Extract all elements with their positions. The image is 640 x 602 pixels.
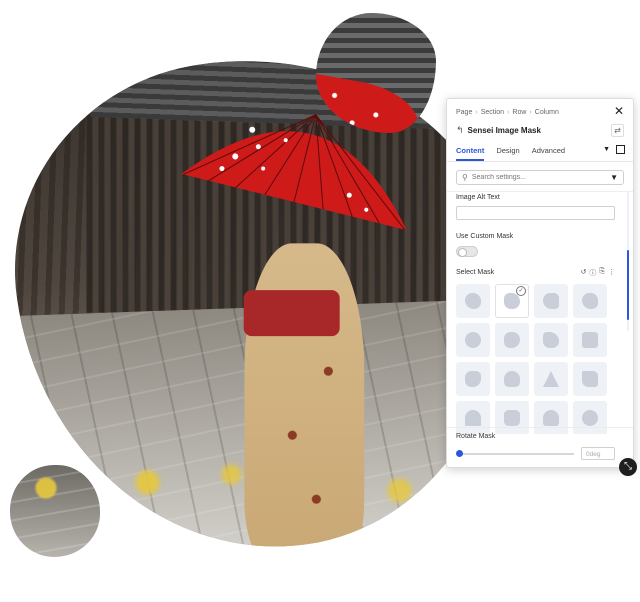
image-umbrella-detail (316, 73, 425, 133)
mask-option[interactable] (534, 401, 568, 434)
custom-mask-label: Use Custom Mask (456, 233, 514, 240)
tab-design[interactable]: Design (496, 141, 519, 161)
scrollbar-thumb[interactable] (627, 250, 629, 320)
settings-tabs: Content Design Advanced ▼ (447, 141, 633, 162)
reset-icon[interactable]: ↺ (581, 268, 587, 278)
rotate-mask-label: Rotate Mask (456, 433, 496, 440)
breadcrumb-separator-icon: › (529, 108, 532, 116)
masked-image-top (316, 13, 436, 133)
rotate-slider-track[interactable] (458, 453, 574, 455)
settings-icon[interactable]: ⇄ (611, 124, 624, 137)
breadcrumb-section[interactable]: Section (481, 109, 504, 116)
close-icon[interactable]: ✕ (612, 104, 626, 118)
mask-option[interactable] (495, 362, 529, 396)
mask-option[interactable] (573, 323, 607, 357)
search-icon: ⚲ (462, 173, 468, 182)
image-obi (243, 290, 340, 337)
copy-icon[interactable]: ⎘ (599, 268, 605, 278)
mask-option[interactable] (456, 362, 490, 396)
breadcrumb-separator-icon: › (507, 108, 510, 116)
masked-image-small (10, 465, 100, 557)
back-arrow-icon[interactable]: ↰ (456, 125, 464, 136)
image-alt-input[interactable] (456, 206, 615, 220)
select-mask-label: Select Mask (456, 269, 495, 276)
mask-option[interactable] (534, 323, 568, 357)
mask-option[interactable] (573, 284, 607, 318)
mask-option[interactable] (573, 362, 607, 396)
module-title: Sensei Image Mask (467, 125, 541, 135)
mask-option[interactable] (456, 401, 490, 434)
search-input[interactable] (471, 174, 607, 181)
mask-grid: ✓ (456, 284, 610, 434)
mask-option-selected[interactable]: ✓ (495, 284, 529, 318)
custom-mask-toggle[interactable] (456, 246, 478, 257)
tab-content[interactable]: Content (456, 141, 485, 161)
mask-option[interactable] (456, 323, 490, 357)
resize-icon[interactable]: ⤡ (619, 458, 637, 476)
more-icon[interactable]: ⋮ (608, 268, 615, 278)
image-alt-label: Image Alt Text (456, 194, 500, 201)
help-icon[interactable]: ⓘ (589, 268, 596, 278)
mask-tools: ↺ ⓘ ⎘ ⋮ (581, 268, 615, 278)
search-settings[interactable]: ⚲ ▼ (456, 170, 624, 185)
rotate-slider-thumb[interactable] (456, 450, 463, 457)
breadcrumb-column[interactable]: Column (535, 109, 559, 116)
caret-down-icon[interactable]: ▼ (603, 146, 610, 153)
section-divider (447, 427, 633, 428)
breadcrumb-separator-icon: › (475, 108, 478, 116)
filter-icon[interactable]: ▼ (610, 173, 618, 182)
breadcrumb-row[interactable]: Row (512, 109, 526, 116)
breadcrumb: Page › Section › Row › Column (456, 106, 559, 118)
module-settings-panel: Page › Section › Row › Column ✕ ↰ Sensei… (446, 98, 634, 468)
mask-option[interactable] (495, 323, 529, 357)
mask-option[interactable] (495, 401, 529, 434)
toggle-knob (458, 248, 467, 257)
rotate-degrees-input[interactable]: 0deg (581, 447, 615, 460)
mask-option[interactable] (534, 284, 568, 318)
mask-option[interactable] (456, 284, 490, 318)
check-icon: ✓ (516, 286, 526, 296)
mask-option[interactable] (573, 401, 607, 434)
module-title-row: ↰ Sensei Image Mask ⇄ (456, 124, 624, 137)
breadcrumb-page[interactable]: Page (456, 109, 472, 116)
tab-advanced[interactable]: Advanced (532, 141, 565, 161)
expand-square-icon[interactable] (616, 145, 625, 154)
mask-option[interactable] (534, 362, 568, 396)
